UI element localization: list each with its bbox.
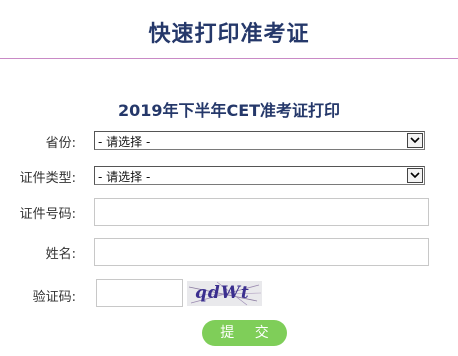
- captcha-text: qdWt: [195, 283, 250, 303]
- cert-type-label: 证件类型:: [19, 171, 76, 186]
- province-select[interactable]: - 请选择 -: [94, 131, 425, 150]
- header-divider: [0, 58, 458, 59]
- province-select-value: - 请选择 -: [98, 135, 151, 149]
- chevron-down-icon[interactable]: [407, 168, 423, 183]
- name-input[interactable]: [94, 238, 429, 266]
- cert-number-label: 证件号码:: [19, 207, 76, 222]
- cert-type-select-value: - 请选择 -: [98, 170, 151, 184]
- form-title: 2019年下半年CET准考证打印: [117, 101, 341, 120]
- cert-number-input[interactable]: [94, 198, 429, 226]
- captcha-label: 验证码:: [32, 290, 76, 305]
- name-label: 姓名:: [45, 247, 76, 262]
- captcha-image[interactable]: qdWt: [187, 281, 262, 306]
- captcha-input[interactable]: [96, 279, 183, 307]
- submit-button[interactable]: 提 交: [202, 320, 287, 346]
- page-title: 快速打印准考证: [148, 22, 310, 47]
- chevron-down-icon[interactable]: [407, 133, 423, 148]
- province-label: 省份:: [45, 136, 76, 151]
- cert-type-select[interactable]: - 请选择 -: [94, 166, 425, 185]
